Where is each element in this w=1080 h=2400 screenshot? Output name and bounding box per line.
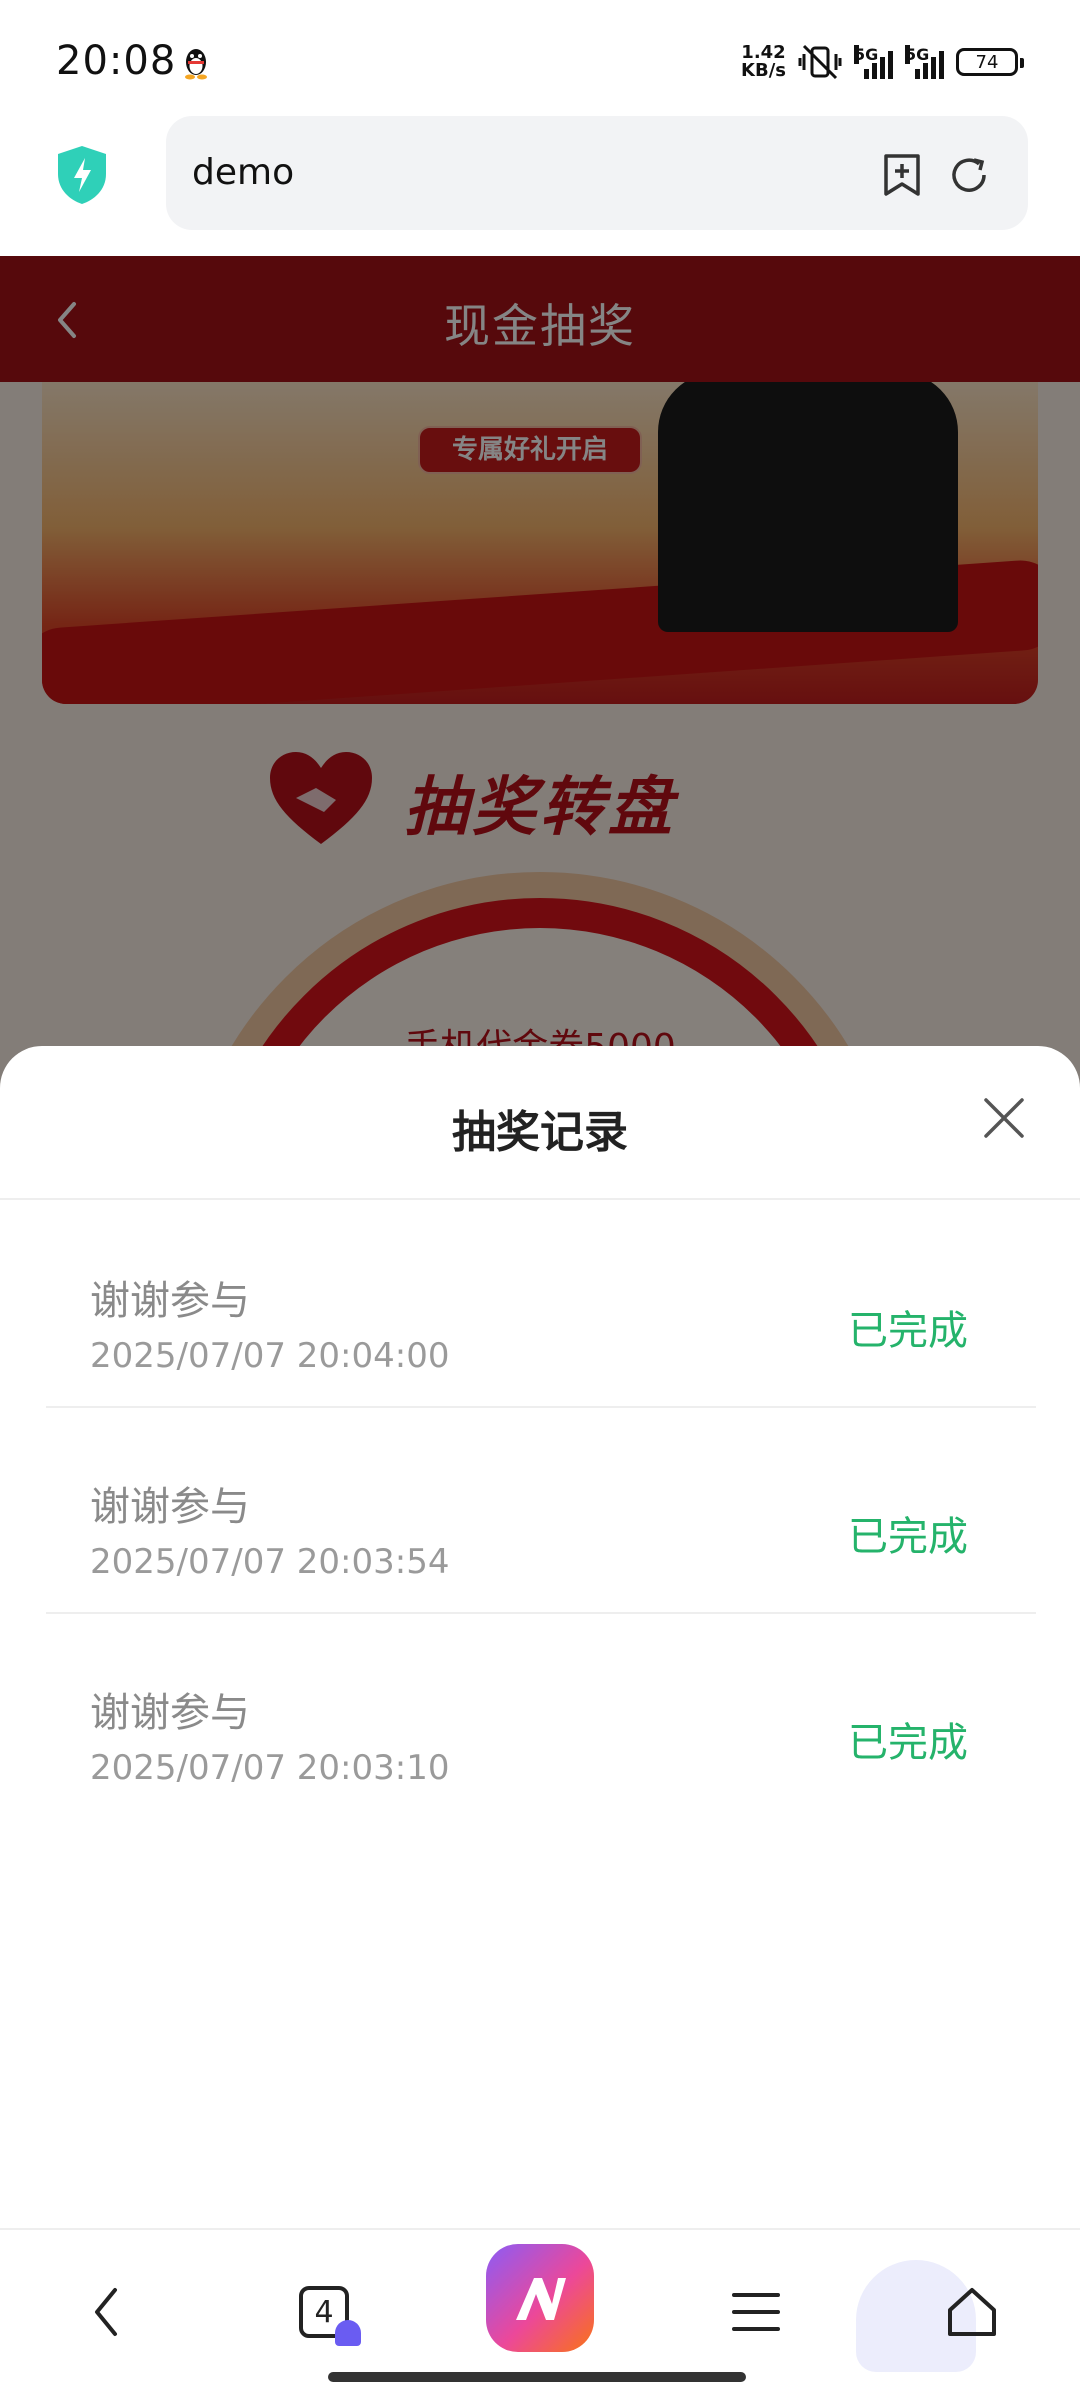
tabs-button[interactable]: 4 bbox=[274, 2262, 374, 2362]
lottery-records-sheet: 抽奖记录 谢谢参与 2025/07/07 20:04:00 已完成 谢谢参与 2… bbox=[0, 1046, 1080, 2228]
divider bbox=[0, 1198, 1080, 1200]
browser-toolbar: demo bbox=[0, 116, 1080, 256]
record-title: 谢谢参与 bbox=[90, 1484, 250, 1530]
signal-strength-1-icon: 5G bbox=[854, 45, 893, 79]
battery-level: 74 bbox=[975, 51, 999, 73]
ai-assistant-button[interactable] bbox=[486, 2244, 594, 2352]
network-speed: 1.42 KB/s bbox=[741, 42, 786, 81]
record-time: 2025/07/07 20:03:10 bbox=[90, 1748, 450, 1788]
record-status: 已完成 bbox=[848, 1308, 968, 1354]
reload-icon[interactable] bbox=[946, 152, 992, 198]
record-time: 2025/07/07 20:03:54 bbox=[90, 1542, 450, 1582]
record-time: 2025/07/07 20:04:00 bbox=[90, 1336, 450, 1376]
tabs-icon: 4 bbox=[299, 2286, 361, 2346]
url-text[interactable]: demo bbox=[192, 152, 294, 193]
sheet-title: 抽奖记录 bbox=[452, 1107, 628, 1158]
list-item[interactable]: 谢谢参与 2025/07/07 20:03:10 已完成 bbox=[46, 1614, 1036, 1820]
clock: 20:08 bbox=[56, 38, 177, 84]
incognito-ghost-icon bbox=[335, 2320, 361, 2346]
home-button[interactable] bbox=[922, 2262, 1022, 2362]
close-icon[interactable] bbox=[982, 1096, 1026, 1140]
browser-bottom-nav: 4 bbox=[0, 2228, 1080, 2400]
record-status: 已完成 bbox=[848, 1514, 968, 1560]
gesture-bar[interactable] bbox=[328, 2372, 746, 2382]
signal-strength-2-icon: 5G bbox=[905, 45, 944, 79]
bookmark-add-icon[interactable] bbox=[880, 152, 924, 198]
tab-count: 4 bbox=[314, 2294, 334, 2330]
list-item[interactable]: 谢谢参与 2025/07/07 20:03:54 已完成 bbox=[46, 1408, 1036, 1614]
record-title: 谢谢参与 bbox=[90, 1690, 250, 1736]
qq-penguin-icon bbox=[185, 49, 207, 80]
menu-button[interactable] bbox=[706, 2262, 806, 2362]
records-list: 谢谢参与 2025/07/07 20:04:00 已完成 谢谢参与 2025/0… bbox=[46, 1202, 1036, 1820]
shield-icon[interactable] bbox=[54, 144, 110, 206]
vibrate-off-icon bbox=[798, 44, 842, 80]
list-item[interactable]: 谢谢参与 2025/07/07 20:04:00 已完成 bbox=[46, 1202, 1036, 1408]
back-arrow-icon bbox=[95, 2288, 117, 2336]
address-bar[interactable]: demo bbox=[166, 116, 1028, 230]
record-title: 谢谢参与 bbox=[90, 1278, 250, 1324]
home-icon bbox=[948, 2288, 996, 2336]
nav-back-button[interactable] bbox=[56, 2262, 156, 2362]
status-bar: 20:08 1.42 KB/s 5G 5G 74 bbox=[0, 0, 1080, 116]
menu-icon bbox=[732, 2293, 780, 2331]
status-icons: 1.42 KB/s 5G 5G 74 bbox=[741, 40, 1024, 84]
record-status: 已完成 bbox=[848, 1720, 968, 1766]
ai-logo-icon bbox=[516, 2278, 566, 2320]
battery-icon: 74 bbox=[956, 48, 1024, 76]
